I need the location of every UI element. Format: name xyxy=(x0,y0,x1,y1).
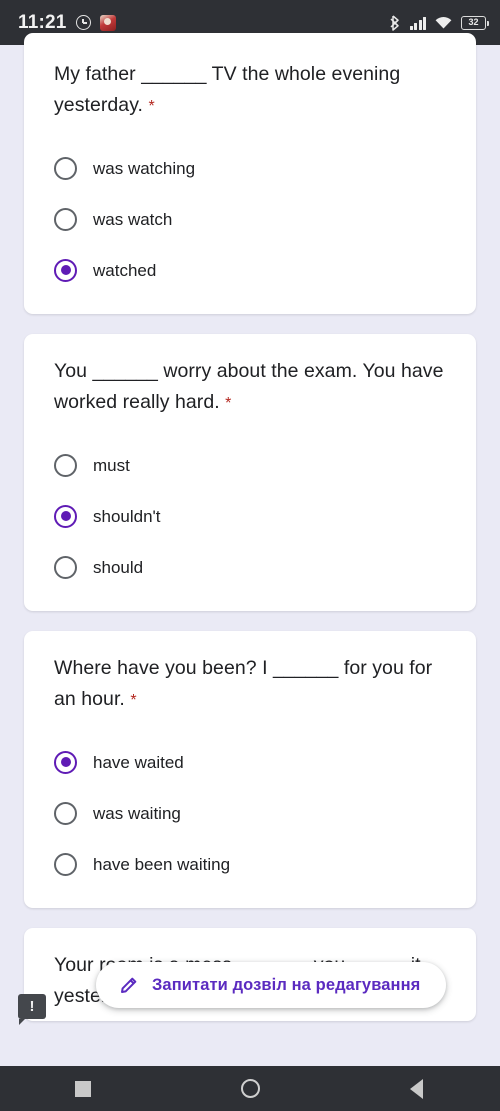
radio-option-label: watched xyxy=(93,260,157,280)
recents-button[interactable] xyxy=(0,1080,167,1097)
home-button[interactable] xyxy=(167,1079,334,1098)
radio-option[interactable]: have been waiting xyxy=(54,846,448,882)
status-bar-right: 32 xyxy=(389,14,489,31)
radio-option[interactable]: should xyxy=(54,549,448,585)
battery-icon: 32 xyxy=(461,15,489,30)
home-circle-icon xyxy=(240,1079,260,1098)
radio-option-label: have been waiting xyxy=(93,854,231,874)
back-triangle-icon xyxy=(410,1078,424,1099)
cellular-signal-icon xyxy=(409,16,426,30)
radio-option-label: was watching xyxy=(93,158,196,178)
radio-button-selected[interactable] xyxy=(54,750,77,774)
radio-option-label: have waited xyxy=(93,752,184,772)
radio-option[interactable]: have waited xyxy=(54,744,448,780)
required-marker: * xyxy=(225,395,232,412)
required-marker: * xyxy=(148,98,155,115)
radio-button[interactable] xyxy=(54,555,77,579)
radio-button[interactable] xyxy=(54,156,77,180)
recents-square-icon xyxy=(75,1080,92,1097)
radio-button-selected[interactable] xyxy=(54,258,77,282)
alarm-clock-icon xyxy=(75,15,91,30)
radio-option-label: should xyxy=(93,557,144,577)
question-title: My father ______ TV the whole evening ye… xyxy=(54,59,448,122)
question-card: You ______ worry about the exam. You hav… xyxy=(24,334,476,611)
radio-option[interactable]: shouldn't xyxy=(54,498,448,534)
radio-option[interactable]: must xyxy=(54,447,448,483)
radio-button[interactable] xyxy=(54,207,77,231)
question-title: You ______ worry about the exam. You hav… xyxy=(54,356,448,419)
wifi-icon xyxy=(435,16,452,30)
radio-option[interactable]: was watch xyxy=(54,201,448,237)
app-notification-icon xyxy=(99,14,116,31)
radio-button-selected[interactable] xyxy=(54,504,77,528)
question-text: You ______ worry about the exam. You hav… xyxy=(54,360,444,413)
option-group: was watching was watch watched xyxy=(54,150,448,288)
bluetooth-icon xyxy=(389,14,401,31)
radio-option-label: must xyxy=(93,455,130,475)
radio-button[interactable] xyxy=(54,453,77,477)
phone-screen: 11:21 32 My father ______ TV the whole e… xyxy=(0,0,500,1111)
battery-level-label: 32 xyxy=(468,17,479,27)
info-bubble[interactable]: ! xyxy=(18,994,46,1025)
request-edit-access-button[interactable]: Запитати дозвіл на редагування xyxy=(96,962,447,1008)
radio-option[interactable]: was waiting xyxy=(54,795,448,831)
question-card: My father ______ TV the whole evening ye… xyxy=(24,33,476,314)
question-title: Where have you been? I ______ for you fo… xyxy=(54,653,448,716)
radio-option-label: shouldn't xyxy=(93,506,161,526)
radio-button[interactable] xyxy=(54,801,77,825)
question-text: Where have you been? I ______ for you fo… xyxy=(54,657,433,710)
android-nav-bar xyxy=(0,1066,500,1111)
question-card: Where have you been? I ______ for you fo… xyxy=(24,631,476,908)
option-group: have waited was waiting have been waitin… xyxy=(54,744,448,882)
radio-option-label: was waiting xyxy=(93,803,181,823)
radio-option[interactable]: watched xyxy=(54,252,448,288)
back-button[interactable] xyxy=(333,1078,500,1099)
question-text: My father ______ TV the whole evening ye… xyxy=(54,63,401,116)
pencil-icon xyxy=(118,975,139,996)
info-bubble-label: ! xyxy=(29,998,35,1015)
radio-option-label: was watch xyxy=(93,209,173,229)
request-edit-access-label: Запитати дозвіл на редагування xyxy=(152,975,421,994)
status-bar-clock: 11:21 xyxy=(18,11,67,33)
option-group: must shouldn't should xyxy=(54,447,448,585)
form-scroll-area[interactable]: My father ______ TV the whole evening ye… xyxy=(0,33,500,1066)
status-bar-left: 11:21 xyxy=(18,12,116,34)
required-marker: * xyxy=(130,692,137,709)
radio-option[interactable]: was watching xyxy=(54,150,448,186)
radio-button[interactable] xyxy=(54,852,77,876)
